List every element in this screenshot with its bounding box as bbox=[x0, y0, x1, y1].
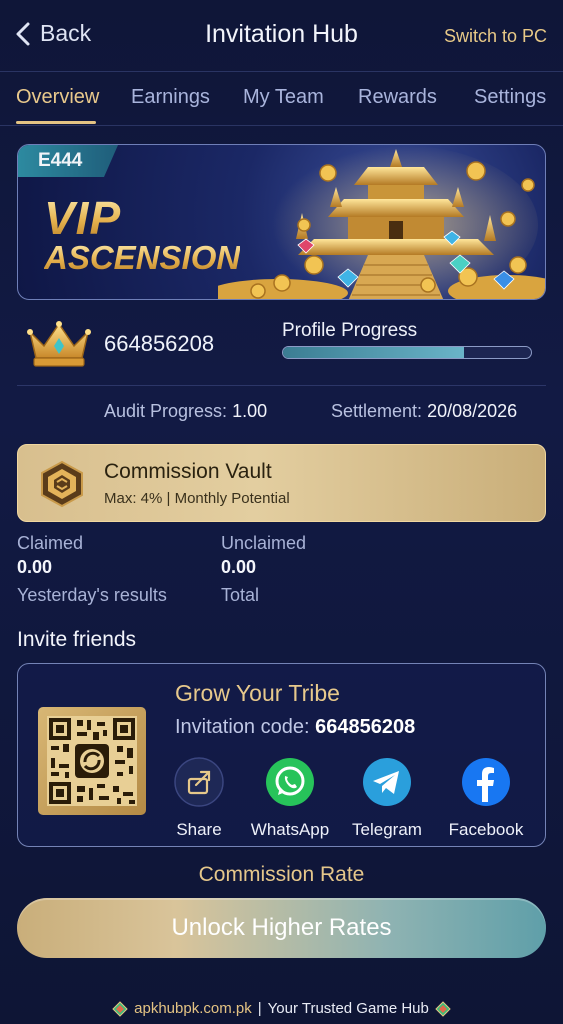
commission-vault-card[interactable]: Commission Vault Max: 4% | Monthly Poten… bbox=[17, 444, 546, 522]
invite-card: Grow Your Tribe Invitation code: 6648562… bbox=[17, 663, 546, 847]
share-icon bbox=[174, 757, 224, 807]
unlock-higher-rates-button[interactable]: Unlock Higher Rates bbox=[17, 898, 546, 958]
facebook-icon bbox=[462, 758, 510, 806]
profile-progress-label: Profile Progress bbox=[282, 320, 418, 341]
vip-banner[interactable]: E444 VIP ASCENSION bbox=[17, 144, 546, 300]
footer: apkhubpk.com.pk | Your Trusted Game Hub bbox=[0, 1000, 563, 1017]
claimed-value: 0.00 bbox=[17, 557, 53, 577]
user-id: 664856208 bbox=[104, 331, 215, 356]
invite-title: Grow Your Tribe bbox=[175, 680, 340, 706]
whatsapp-button[interactable]: WhatsApp bbox=[240, 757, 340, 840]
tab-my-team[interactable]: My Team bbox=[243, 86, 324, 109]
qr-code-icon bbox=[47, 716, 137, 806]
unclaimed-value: 0.00 bbox=[221, 557, 257, 577]
audit-progress-label: Audit Progress: bbox=[104, 401, 228, 421]
tab-earnings[interactable]: Earnings bbox=[131, 86, 210, 109]
telegram-button[interactable]: Telegram bbox=[337, 757, 437, 840]
claimed-label: Claimed bbox=[17, 533, 84, 553]
vault-title: Commission Vault bbox=[104, 460, 272, 483]
claimed-subtitle: Yesterday's results bbox=[17, 585, 167, 605]
unclaimed-subtitle: Total bbox=[221, 585, 260, 605]
profile-progress-fill bbox=[283, 347, 465, 358]
qr-code[interactable] bbox=[38, 707, 146, 815]
divider bbox=[17, 385, 546, 386]
settlement: Settlement: 20/08/2026 bbox=[331, 401, 517, 422]
invite-heading: Invite friends bbox=[17, 628, 137, 651]
whatsapp-icon bbox=[266, 758, 314, 806]
commission-rate-label: Commission Rate bbox=[198, 863, 365, 886]
banner-title-ascension: ASCENSION bbox=[44, 239, 241, 276]
vault-subtitle: Max: 4% | Monthly Potential bbox=[104, 490, 290, 507]
audit-progress: Audit Progress: 1.00 bbox=[104, 401, 267, 422]
tab-settings[interactable]: Settings bbox=[474, 86, 546, 109]
facebook-button[interactable]: Facebook bbox=[436, 757, 536, 840]
settlement-label: Settlement: bbox=[331, 401, 423, 421]
settlement-value: 20/08/2026 bbox=[427, 401, 518, 421]
switch-to-pc-link[interactable]: Switch to PC bbox=[444, 26, 547, 47]
share-label: Share bbox=[176, 820, 222, 839]
tab-rewards[interactable]: Rewards bbox=[358, 86, 437, 109]
footer-tagline: Your Trusted Game Hub bbox=[267, 1000, 429, 1017]
back-button[interactable]: Back bbox=[14, 20, 91, 47]
invitation-code-value: 664856208 bbox=[315, 716, 416, 738]
telegram-icon bbox=[363, 758, 411, 806]
whatsapp-label: WhatsApp bbox=[250, 820, 330, 839]
footer-divider: | bbox=[257, 1000, 262, 1017]
banner-title-vip: VIP bbox=[44, 192, 122, 244]
top-bar: Back Invitation Hub Switch to PC bbox=[0, 0, 563, 72]
profile-progress-bar bbox=[282, 346, 532, 359]
gem-icon bbox=[112, 1000, 128, 1017]
facebook-label: Facebook bbox=[448, 820, 524, 839]
unclaimed-label: Unclaimed bbox=[221, 533, 307, 553]
gem-icon bbox=[435, 1000, 451, 1017]
invitation-code[interactable]: Invitation code: 664856208 bbox=[175, 716, 415, 739]
tab-overview[interactable]: Overview bbox=[16, 86, 99, 109]
audit-progress-value: 1.00 bbox=[232, 401, 268, 421]
invitation-code-label: Invitation code: bbox=[175, 716, 310, 738]
vault-shield-icon bbox=[41, 460, 83, 508]
chevron-left-icon bbox=[16, 22, 30, 45]
active-tab-indicator bbox=[16, 121, 96, 124]
telegram-label: Telegram bbox=[352, 820, 422, 839]
crown-icon bbox=[27, 321, 91, 367]
banner-badge: E444 bbox=[18, 145, 118, 177]
back-label: Back bbox=[40, 20, 92, 46]
temple-illustration bbox=[218, 145, 545, 299]
share-button[interactable]: Share bbox=[149, 757, 249, 840]
footer-site-link[interactable]: apkhubpk.com.pk bbox=[134, 1000, 252, 1017]
tab-bar: Overview Earnings My Team Rewards Settin… bbox=[0, 72, 563, 126]
